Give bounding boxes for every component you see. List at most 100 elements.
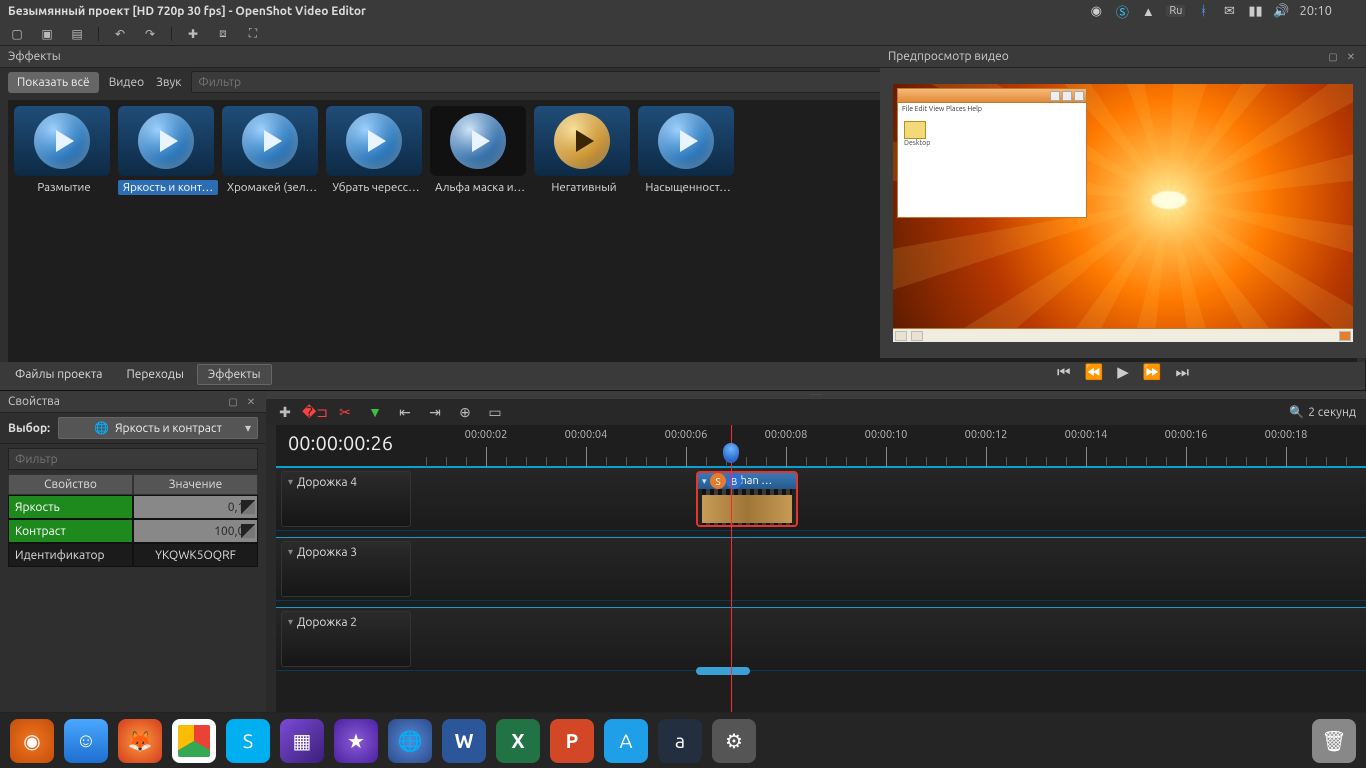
playhead-handle-icon[interactable] [723, 443, 739, 463]
chevron-down-icon[interactable]: ▾ [288, 476, 293, 488]
chevron-down-icon[interactable]: ▾ [288, 616, 293, 628]
col-value[interactable]: Значение [133, 474, 258, 495]
bluetooth-icon[interactable]: ᚼ [1195, 3, 1211, 19]
properties-panel: Свойства ▢ ✕ Выбор: 🌐 Яркость и контраст… [0, 390, 266, 712]
keyboard-layout-indicator[interactable]: Ru [1166, 5, 1185, 17]
prev-marker-icon[interactable]: ⇤ [396, 403, 414, 421]
dock-excel-icon[interactable]: X [496, 719, 540, 763]
jump-end-icon[interactable]: ⏭ [1175, 363, 1189, 381]
effect-deinterlace[interactable]: Убрать чересс… [326, 106, 426, 375]
redo-icon[interactable]: ↷ [141, 25, 159, 43]
tab-effects[interactable]: Эффекты [197, 364, 272, 385]
effect-brightness-contrast[interactable]: Яркость и конт… [118, 106, 218, 375]
dock-chrome-icon[interactable] [172, 719, 216, 763]
razor-icon[interactable]: ✂ [336, 403, 354, 421]
track-2[interactable]: ▾Дорожка 2 [276, 607, 1366, 671]
new-project-icon[interactable]: ▢ [8, 25, 26, 43]
effect-blur[interactable]: Размытие [14, 106, 114, 375]
playhead[interactable] [731, 425, 732, 712]
dock-finder-icon[interactable]: ☺ [64, 719, 108, 763]
effect-chromakey[interactable]: Хромакей (зел… [222, 106, 322, 375]
skype-tray-icon[interactable]: Ⓢ [1114, 3, 1130, 19]
prop-contrast-name[interactable]: Контраст [8, 519, 133, 543]
chevron-down-icon[interactable]: ▾ [702, 476, 707, 487]
ruler-label: 00:00:18 [1265, 429, 1308, 441]
keyframe-icon[interactable] [241, 500, 255, 514]
dock-imovie-icon[interactable]: ★ [334, 719, 378, 763]
audio-category-link[interactable]: Звук [154, 76, 183, 89]
prop-id-name: Идентификатор [8, 543, 133, 567]
snap-icon[interactable]: �⊐ [306, 403, 324, 421]
show-all-chip[interactable]: Показать всё [8, 72, 99, 93]
timeline-canvas[interactable]: 00:00:00:26 00:00:0200:00:0400:00:0600:0… [276, 425, 1366, 712]
fast-forward-icon[interactable]: ⏩ [1143, 363, 1162, 381]
wifi-icon[interactable]: ▲ [1140, 3, 1156, 19]
jump-start-icon[interactable]: ⏮ [1057, 363, 1071, 381]
video-category-link[interactable]: Видео [107, 76, 146, 89]
timeline-settings-icon[interactable]: ▭ [486, 403, 504, 421]
timeline-ruler[interactable]: 00:00:00:26 00:00:0200:00:0400:00:0600:0… [276, 425, 1366, 467]
zoom-icon[interactable]: 🔍 [1289, 405, 1304, 419]
dock-amazon-icon[interactable]: a [658, 719, 702, 763]
fullscreen-icon[interactable]: ⛶ [244, 25, 262, 43]
battery-icon[interactable]: ▮▮ [1247, 3, 1263, 19]
effect-alpha-mask[interactable]: Альфа маска и… [430, 106, 530, 375]
panel-close-icon[interactable]: ✕ [244, 395, 258, 409]
rewind-icon[interactable]: ⏪ [1085, 363, 1104, 381]
prop-contrast-value[interactable]: 100,00 [133, 519, 258, 543]
col-property[interactable]: Свойство [8, 474, 133, 495]
dock-photos-icon[interactable]: ▦ [280, 719, 324, 763]
effect-badge-icon[interactable]: B [726, 473, 742, 489]
apple-icon[interactable] [1342, 3, 1358, 19]
track-4[interactable]: ▾Дорожка 4 ▾SBhan … [276, 467, 1366, 531]
mail-icon[interactable]: ✉ [1221, 3, 1237, 19]
timeline-clip[interactable]: ▾SBhan … [696, 471, 798, 527]
dock-word-icon[interactable]: W [442, 719, 486, 763]
selection-dropdown[interactable]: 🌐 Яркость и контраст [58, 417, 258, 439]
add-track-icon[interactable]: ✚ [276, 403, 294, 421]
play-icon[interactable]: ▶ [1117, 363, 1129, 381]
keyframe-icon[interactable] [241, 524, 255, 538]
volume-icon[interactable]: 🔊 [1273, 3, 1289, 19]
ruler-label: 00:00:10 [865, 429, 908, 441]
chrome-tray-icon[interactable]: ◉ [1088, 3, 1104, 19]
dock-skype-icon[interactable]: S [226, 719, 270, 763]
open-project-icon[interactable]: ▣ [38, 25, 56, 43]
effect-saturation[interactable]: Насыщенност… [638, 106, 738, 375]
dock-settings-icon[interactable]: ⚙ [712, 719, 756, 763]
timeline-scrollbar-thumb[interactable] [696, 667, 750, 675]
track-3[interactable]: ▾Дорожка 3 [276, 537, 1366, 601]
prop-brightness-name[interactable]: Яркость [8, 495, 133, 519]
effect-negative[interactable]: Негативный [534, 106, 634, 375]
dock-browser-icon[interactable]: 🌐 [388, 719, 432, 763]
current-timecode: 00:00:00:26 [288, 431, 393, 454]
clock[interactable]: 20:10 [1299, 4, 1332, 18]
import-files-icon[interactable]: ✚ [184, 25, 202, 43]
effect-badge-icon[interactable]: S [710, 473, 726, 489]
dock-ubuntu-icon[interactable]: ◉ [10, 719, 54, 763]
dock-powerpoint-icon[interactable]: P [550, 719, 594, 763]
save-project-icon[interactable]: ▤ [68, 25, 86, 43]
properties-filter-input[interactable] [8, 448, 258, 470]
panel-undock-icon[interactable]: ▢ [226, 395, 240, 409]
timeline-toolbar: ✚ �⊐ ✂ ▼ ⇤ ⇥ ⊕ ▭ 🔍2 секунд [266, 399, 1366, 425]
dock-trash-icon[interactable]: 🗑 [1312, 719, 1356, 763]
tab-project-files[interactable]: Файлы проекта [4, 364, 113, 385]
undo-icon[interactable]: ↶ [111, 25, 129, 43]
profile-icon[interactable]: ⧈ [214, 25, 232, 43]
ruler-label: 00:00:14 [1065, 429, 1108, 441]
export-icon[interactable] [274, 25, 292, 43]
chevron-down-icon[interactable]: ▾ [288, 546, 293, 558]
marker-icon[interactable]: ▼ [366, 403, 384, 421]
panel-undock-icon[interactable]: ▢ [1326, 50, 1340, 64]
center-playhead-icon[interactable]: ⊕ [456, 403, 474, 421]
panel-close-icon[interactable]: ✕ [1344, 50, 1358, 64]
dock-appstore-icon[interactable]: A [604, 719, 648, 763]
panel-grip[interactable]: ┄┄┄ [266, 391, 1366, 399]
selection-label: Выбор: [8, 422, 50, 435]
dock-firefox-icon[interactable]: 🦊 [118, 719, 162, 763]
prop-brightness-value[interactable]: 0,16 [133, 495, 258, 519]
timeline-panel: ┄┄┄ ✚ �⊐ ✂ ▼ ⇤ ⇥ ⊕ ▭ 🔍2 секунд 00:00:00:… [266, 390, 1366, 712]
tab-transitions[interactable]: Переходы [115, 364, 194, 385]
next-marker-icon[interactable]: ⇥ [426, 403, 444, 421]
